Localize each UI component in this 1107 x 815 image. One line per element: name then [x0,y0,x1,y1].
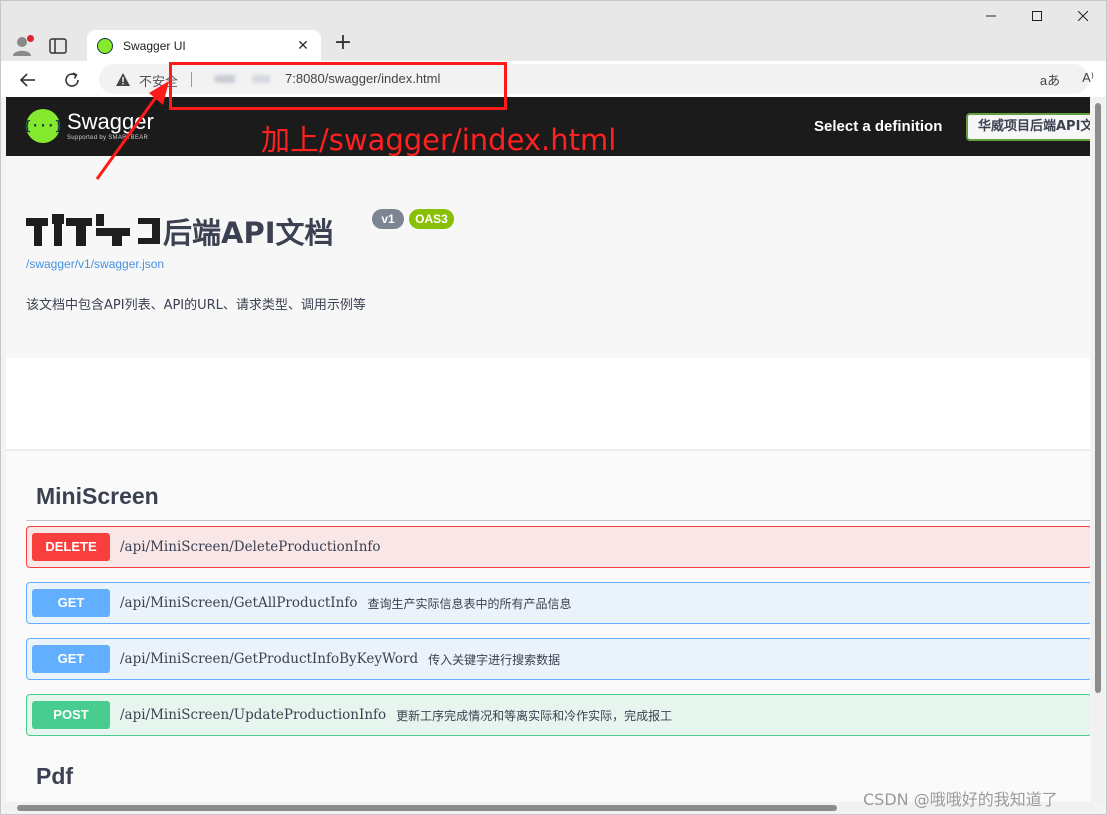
method-badge: GET [32,589,110,617]
minimize-icon [986,15,996,17]
api-description: 该文档中包含API列表、API的URL、请求类型、调用示例等 [26,298,366,313]
read-aloud-button[interactable]: A⁾ [1082,70,1094,89]
maximize-icon [1032,11,1042,21]
swagger-favicon-icon [97,37,113,54]
operation-path: /api/MiniScreen/GetProductInfoByKeyWord [120,651,419,667]
redacted-title [26,214,161,246]
swagger-json-link[interactable]: /swagger/v1/swagger.json [26,257,164,271]
operation-path: /api/MiniScreen/UpdateProductionInfo [120,707,387,723]
tab-actions-button[interactable] [47,35,69,57]
opblock-get-product-info-by-keyword[interactable]: GET /api/MiniScreen/GetProductInfoByKeyW… [26,638,1090,680]
api-title: 后端API文档 [163,216,334,250]
maximize-button[interactable] [1014,1,1060,31]
tag-underline [26,520,1090,521]
notification-dot [27,35,34,42]
tab-title: Swagger UI [123,38,186,53]
vertical-scrollbar[interactable] [1092,97,1104,803]
tag-pdf-title[interactable]: Pdf [36,763,73,790]
tab-close-button[interactable]: ✕ [295,38,311,54]
tag-miniscreen-title[interactable]: MiniScreen [36,483,159,510]
definition-select[interactable]: 华威项目后端API文档 [966,113,1090,141]
select-definition-label: Select a definition [814,118,943,135]
refresh-icon [65,72,79,87]
operation-summary: 更新工序完成情况和等离实际和冷作实际，完成报工 [396,708,673,723]
new-tab-button[interactable]: + [331,32,355,56]
opblock-delete-production-info[interactable]: DELETE /api/MiniScreen/DeleteProductionI… [26,526,1090,568]
page-viewport: {···} Swagger Supported by SMARTBEAR Sel… [6,97,1090,802]
version-badge: v1 [372,209,404,229]
annotation-text: 加上/swagger/index.html [261,123,617,157]
operation-summary: 传入关键字进行搜索数据 [428,652,561,667]
annotation-arrow-icon [95,81,169,180]
close-window-button[interactable] [1060,1,1106,31]
opblock-update-production-info[interactable]: POST /api/MiniScreen/UpdateProductionInf… [26,694,1090,736]
translate-button[interactable]: aあ [1040,70,1060,89]
tab-left-icons [11,34,69,58]
annotation-highlight-box [169,62,507,110]
back-arrow-icon [19,73,35,87]
active-tab[interactable]: Swagger UI ✕ [87,30,321,61]
window-controls [968,1,1106,31]
method-badge: DELETE [32,533,110,561]
info-section: 后端API文档 v1 OAS3 /swagger/v1/swagger.json… [6,156,1090,358]
operations-area [6,451,1090,802]
tab-strip: Swagger UI ✕ + [1,1,1106,61]
profile-button[interactable] [11,34,35,58]
method-badge: GET [32,645,110,673]
swagger-logo-icon: {···} [23,109,63,143]
operation-path: /api/MiniScreen/GetAllProductInfo [120,595,358,611]
toolbar-right-icons: aあ A⁾ [1040,70,1094,89]
back-button[interactable] [15,67,41,93]
tab-actions-icon [49,38,67,54]
horizontal-scroll-thumb[interactable] [17,805,837,811]
refresh-button[interactable] [59,67,85,93]
operation-summary: 查询生产实际信息表中的所有产品信息 [367,596,572,611]
close-icon [1078,11,1088,21]
browser-window: Swagger UI ✕ + 不安全 7:8080/swagger/index.… [0,0,1107,815]
minimize-button[interactable] [968,1,1014,31]
watermark: CSDN @哦哦好的我知道了 [863,790,1058,809]
opblock-get-all-product-info[interactable]: GET /api/MiniScreen/GetAllProductInfo 查询… [26,582,1090,624]
operation-path: /api/MiniScreen/DeleteProductionInfo [120,539,381,555]
oas-badge: OAS3 [409,209,454,229]
method-badge: POST [32,701,110,729]
vertical-scroll-thumb[interactable] [1095,103,1101,693]
